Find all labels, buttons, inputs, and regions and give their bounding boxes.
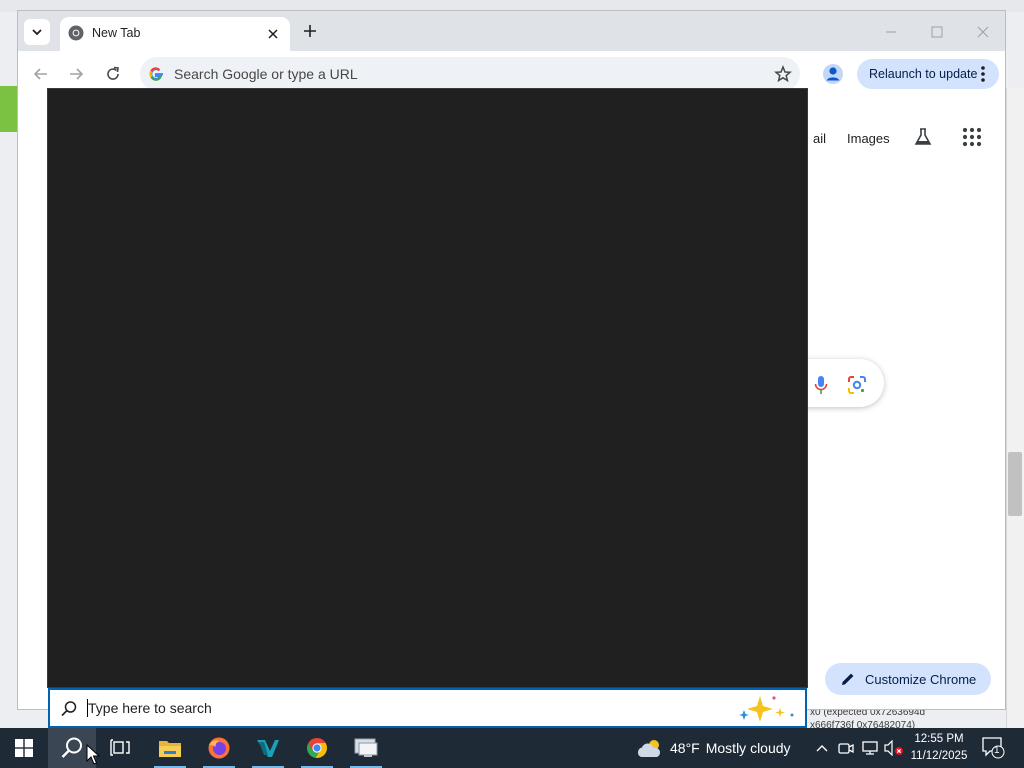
- chevron-up-icon: [816, 745, 828, 752]
- close-icon: [977, 26, 989, 38]
- network-icon: [862, 741, 878, 755]
- task-view-button[interactable]: [96, 728, 144, 768]
- mouse-pointer-icon: [86, 744, 100, 765]
- reload-button[interactable]: [102, 63, 124, 85]
- google-apps-grid-icon[interactable]: [962, 127, 982, 147]
- camera-icon: [838, 743, 854, 754]
- visual-studio-icon: [257, 740, 279, 757]
- volume-tray-button[interactable]: [884, 738, 904, 758]
- address-input[interactable]: [174, 57, 734, 91]
- notification-count: 1: [994, 745, 1000, 756]
- tab-title: New Tab: [92, 26, 141, 40]
- gmail-link[interactable]: ail: [813, 131, 826, 146]
- weather-widget[interactable]: 48°F Mostly cloudy: [636, 736, 791, 760]
- minimize-icon: [886, 31, 896, 33]
- background-scrollbar-thumb[interactable]: [1008, 452, 1022, 516]
- minimize-button[interactable]: [876, 19, 906, 45]
- taskbar-file-explorer[interactable]: [146, 728, 194, 768]
- bookmark-star-icon[interactable]: [774, 65, 792, 83]
- remote-desktop-icon: [354, 738, 378, 757]
- search-input[interactable]: [88, 690, 648, 726]
- folder-icon: [159, 741, 181, 757]
- volume-muted-icon: [884, 740, 903, 756]
- arrow-left-icon: [33, 68, 47, 80]
- windows-taskbar: 48°F Mostly cloudy 12:55 PM 11/12/2025 1: [0, 728, 1024, 768]
- relaunch-to-update-button[interactable]: Relaunch to update: [857, 59, 999, 89]
- taskbar-search-box[interactable]: [48, 688, 807, 728]
- chrome-icon: [68, 25, 84, 41]
- background-window-accent: [0, 86, 18, 132]
- microphone-icon[interactable]: [814, 375, 828, 395]
- tab-new-tab[interactable]: New Tab: [60, 17, 290, 51]
- maximize-icon: [931, 26, 943, 38]
- taskbar-visual-studio[interactable]: [244, 728, 292, 768]
- more-options-icon[interactable]: [978, 65, 988, 83]
- reload-icon: [107, 66, 119, 80]
- customize-chrome-button[interactable]: Customize Chrome: [825, 663, 991, 695]
- pencil-icon: [842, 673, 854, 685]
- new-tab-button[interactable]: [300, 21, 320, 41]
- clock-time: 12:55 PM: [914, 733, 964, 745]
- profile-avatar-icon[interactable]: [822, 63, 844, 85]
- search-icon: [61, 737, 82, 758]
- start-button[interactable]: [0, 728, 48, 768]
- background-scrollbar[interactable]: [1006, 88, 1024, 728]
- close-icon: [268, 29, 278, 39]
- google-icon: [149, 67, 163, 81]
- chrome-icon: [306, 737, 328, 759]
- windows-logo-icon: [15, 739, 33, 757]
- system-clock[interactable]: 12:55 PM 11/12/2025: [906, 731, 972, 765]
- forward-button[interactable]: [65, 63, 87, 85]
- taskbar-chrome[interactable]: [293, 728, 341, 768]
- taskbar-firefox[interactable]: [195, 728, 243, 768]
- clock-date: 11/12/2025: [910, 750, 968, 762]
- tab-strip: New Tab: [18, 11, 1005, 51]
- address-bar[interactable]: [140, 57, 800, 91]
- google-lens-icon[interactable]: [847, 375, 867, 395]
- sparkle-icon: [739, 696, 794, 722]
- plus-icon: [304, 25, 316, 37]
- tab-search-button[interactable]: [24, 19, 50, 45]
- taskbar-remote-desktop[interactable]: [342, 728, 390, 768]
- tab-close-button[interactable]: [264, 25, 282, 43]
- firefox-icon: [208, 737, 230, 759]
- network-tray-button[interactable]: [860, 738, 880, 758]
- chevron-down-icon: [32, 29, 42, 36]
- search-icon: [61, 701, 77, 717]
- text-caret: [87, 699, 88, 717]
- window-close-button[interactable]: [968, 19, 998, 45]
- weather-temperature: 48°F: [670, 740, 700, 756]
- meet-now-tray-button[interactable]: [836, 738, 856, 758]
- customize-chrome-label: Customize Chrome: [865, 672, 977, 687]
- labs-flask-icon[interactable]: [913, 127, 933, 147]
- cloudy-weather-icon: [637, 740, 661, 757]
- maximize-button[interactable]: [922, 19, 952, 45]
- images-link[interactable]: Images: [847, 131, 890, 146]
- start-search-flyout: [47, 88, 808, 688]
- show-hidden-icons-button[interactable]: [812, 738, 832, 758]
- weather-condition: Mostly cloudy: [705, 740, 791, 756]
- task-view-icon: [110, 739, 130, 756]
- arrow-right-icon: [70, 68, 84, 80]
- relaunch-label: Relaunch to update: [869, 67, 978, 81]
- back-button[interactable]: [30, 63, 52, 85]
